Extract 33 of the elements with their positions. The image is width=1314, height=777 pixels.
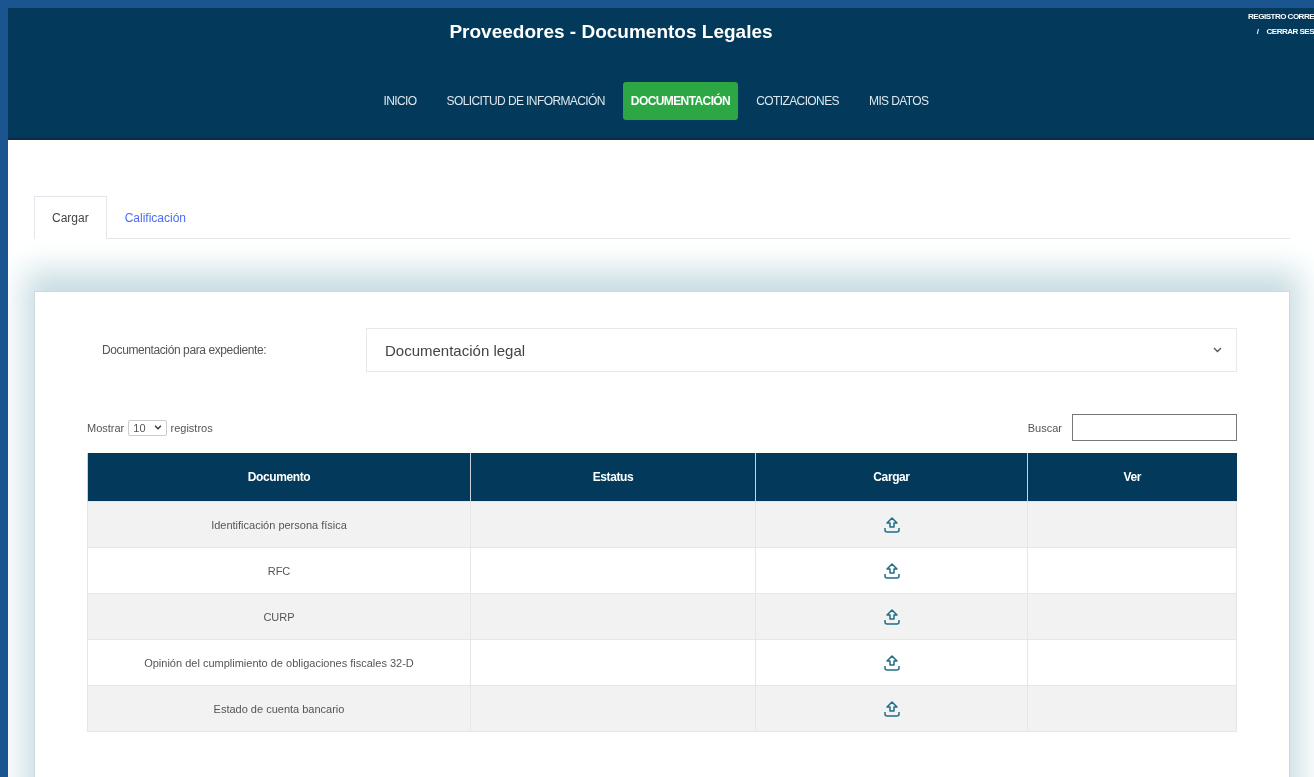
- upload-icon[interactable]: [882, 608, 901, 625]
- length-label: registros: [170, 421, 213, 434]
- table-cell: Identificación persona física: [87, 501, 471, 548]
- column-header[interactable]: Estatus: [470, 453, 756, 502]
- upload-icon[interactable]: [882, 516, 901, 533]
- nav-item[interactable]: SOLICITUD DE INFORMACIÓN: [434, 82, 617, 120]
- tab[interactable]: Cargar: [34, 196, 107, 239]
- search-field[interactable]: [1072, 414, 1237, 441]
- logout-link[interactable]: CERRAR SES: [1266, 27, 1314, 36]
- account-link[interactable]: REGISTRO CORRE: [1248, 12, 1314, 21]
- upload-icon[interactable]: [882, 654, 901, 671]
- length-label: Mostrar: [87, 421, 125, 434]
- page-title: Proveedores - Documentos Legales: [448, 20, 774, 43]
- page-length-select[interactable]: 10: [128, 419, 167, 436]
- upload-icon[interactable]: [882, 562, 901, 579]
- column-header[interactable]: Documento: [87, 453, 471, 502]
- table-cell: RFC: [87, 547, 471, 594]
- nav-item[interactable]: COTIZACIONES: [744, 82, 851, 120]
- field-label: Documentación para expediente:: [101, 343, 268, 357]
- table-cell: Estado de cuenta bancario: [87, 685, 471, 732]
- chevron-down-icon: [153, 425, 162, 430]
- separator: /: [1256, 27, 1259, 36]
- column-header[interactable]: Cargar: [755, 453, 1028, 502]
- search-label: Buscar: [1027, 421, 1062, 434]
- nav-item[interactable]: INICIO: [371, 82, 429, 120]
- upload-icon[interactable]: [882, 700, 901, 717]
- tab[interactable]: Calificación: [106, 196, 205, 238]
- document-type-select[interactable]: Documentación legal: [366, 328, 1237, 372]
- chevron-down-icon: [1213, 347, 1222, 353]
- nav-item[interactable]: MIS DATOS: [857, 82, 941, 120]
- column-header[interactable]: Ver: [1027, 453, 1237, 502]
- table-cell: Opinión del cumplimiento de obligaciones fiscales 32-D: [87, 639, 471, 686]
- table-cell: CURP: [87, 593, 471, 640]
